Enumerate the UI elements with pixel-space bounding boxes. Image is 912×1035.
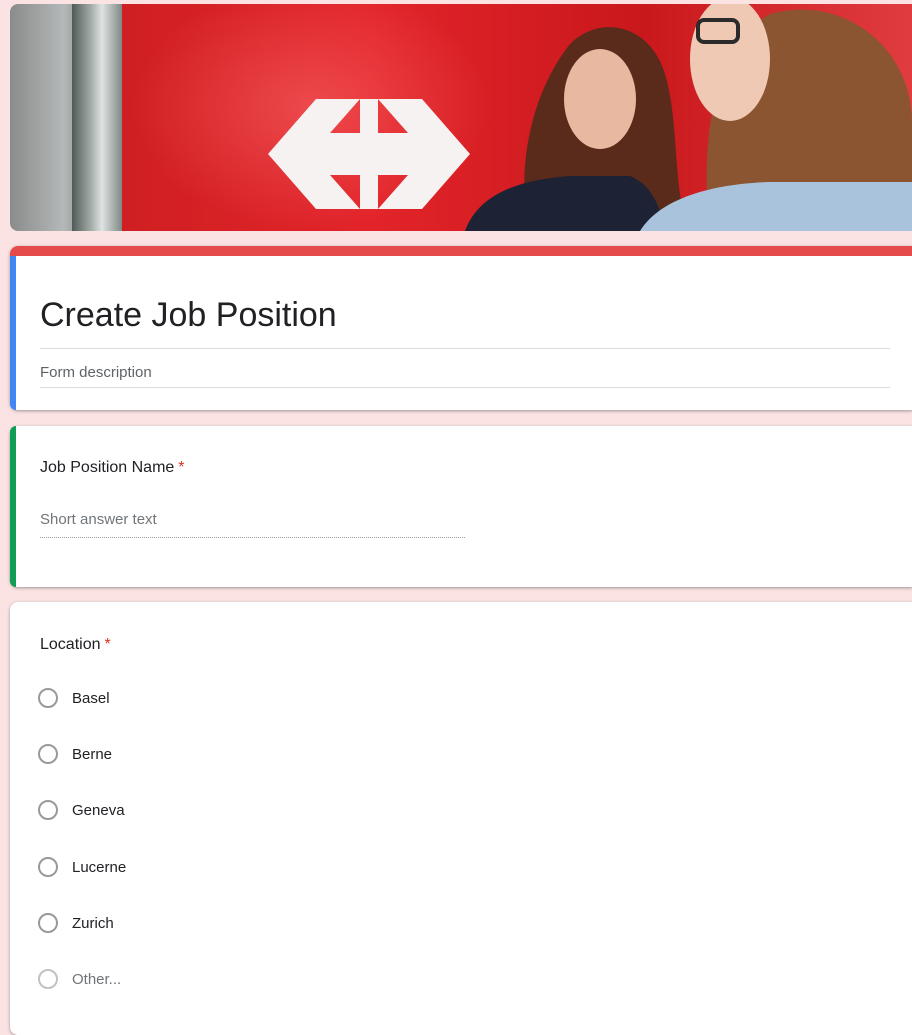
description-underline: [40, 387, 890, 388]
option-label: Berne: [72, 745, 113, 763]
header-illustration: [268, 4, 912, 231]
question-card-accent: [10, 426, 16, 587]
question-title-text: Job Position Name: [40, 459, 175, 476]
option-label: Zurich: [72, 914, 114, 932]
option-lucerne[interactable]: Lucerne: [38, 855, 126, 879]
header-image: [10, 4, 912, 231]
required-asterisk: *: [178, 459, 185, 476]
radio-button-icon[interactable]: [38, 688, 58, 708]
question-title-text: Location: [40, 636, 101, 653]
title-underline: [40, 348, 890, 349]
radio-button-icon[interactable]: [38, 744, 58, 764]
option-label: Lucerne: [72, 858, 127, 876]
title-card-accent: [10, 256, 16, 410]
option-berne[interactable]: Berne: [38, 742, 112, 766]
short-answer-placeholder[interactable]: Short answer text: [40, 511, 157, 528]
question-title: Location *: [40, 636, 111, 654]
logo-icon: [268, 99, 470, 209]
radio-button-icon[interactable]: [38, 913, 58, 933]
option-label: Geneva: [72, 801, 125, 819]
required-asterisk: *: [104, 636, 111, 653]
question-card-location[interactable]: Location * Basel Berne Geneva Lucerne Zur…: [10, 602, 912, 1035]
option-other[interactable]: Other...: [38, 967, 121, 991]
option-basel[interactable]: Basel: [38, 686, 110, 710]
form-title[interactable]: Create Job Position: [40, 296, 337, 335]
short-answer-underline: [40, 537, 465, 538]
person-two-illustration: [640, 4, 912, 231]
option-geneva[interactable]: Geneva: [38, 798, 125, 822]
radio-button-icon[interactable]: [38, 800, 58, 820]
radio-button-icon[interactable]: [38, 969, 58, 989]
person-one-illustration: [465, 27, 690, 231]
option-label: Basel: [72, 689, 110, 707]
question-card-job-position-name[interactable]: Job Position Name * Short answer text: [10, 426, 912, 587]
option-label: Other...: [72, 970, 122, 988]
option-zurich[interactable]: Zurich: [38, 911, 114, 935]
question-title: Job Position Name *: [40, 459, 185, 477]
radio-button-icon[interactable]: [38, 857, 58, 877]
form-title-card: Create Job Position Form description: [10, 246, 912, 410]
form-description-field[interactable]: Form description: [40, 364, 152, 381]
